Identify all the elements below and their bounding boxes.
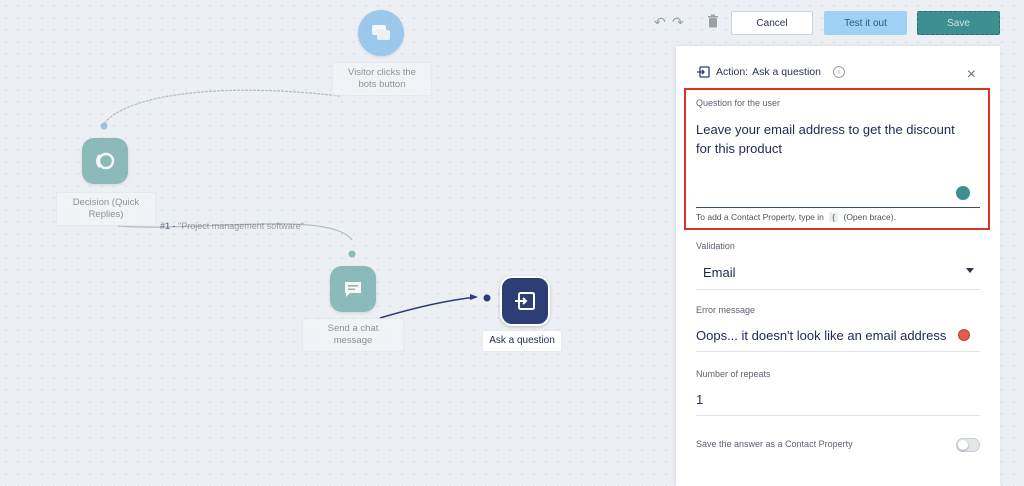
chevron-down-icon	[966, 268, 974, 273]
trash-icon[interactable]	[707, 14, 719, 31]
ask-question-node-label[interactable]: Ask a question	[482, 330, 562, 352]
input-icon	[697, 66, 710, 78]
input-icon	[515, 292, 535, 310]
validation-label: Validation	[696, 241, 735, 251]
trigger-node-icon[interactable]	[358, 10, 404, 56]
cancel-button[interactable]: Cancel	[731, 11, 813, 35]
trigger-node-label[interactable]: Visitor clicks the bots button	[332, 62, 432, 96]
emoji-picker-icon[interactable]	[956, 186, 970, 200]
question-label: Question for the user	[696, 98, 781, 108]
error-message-input[interactable]: Oops... it doesn't look like an email ad…	[696, 326, 986, 348]
error-message-label: Error message	[696, 305, 756, 315]
decision-node-icon[interactable]	[82, 138, 128, 184]
edge-label: #1 - "Project management software"	[160, 221, 304, 231]
info-icon[interactable]: i	[833, 66, 845, 78]
repeats-input[interactable]: 1	[696, 390, 980, 412]
save-property-toggle[interactable]	[956, 438, 980, 452]
message-icon	[345, 282, 361, 297]
test-it-out-button[interactable]: Test it out	[824, 11, 907, 35]
chat-node-icon[interactable]	[330, 266, 376, 312]
ask-question-node-icon[interactable]	[500, 276, 550, 326]
question-input[interactable]: Leave your email address to get the disc…	[696, 120, 978, 200]
contact-property-hint: To add a Contact Property, type in { (Op…	[696, 212, 896, 222]
emoji-icon	[958, 329, 970, 341]
save-property-label: Save the answer as a Contact Property	[696, 439, 853, 449]
question-field-highlight: Question for the user Leave your email a…	[684, 88, 990, 230]
redo-icon[interactable]: ↷	[672, 14, 684, 31]
undo-icon[interactable]: ↶	[654, 14, 666, 31]
chat-bubbles-icon	[372, 25, 390, 40]
chat-node-label[interactable]: Send a chat message	[302, 318, 404, 352]
panel-header: Action: Ask a question i	[696, 66, 845, 78]
save-button[interactable]: Save	[917, 11, 1000, 35]
close-icon[interactable]: ×	[967, 66, 976, 84]
action-panel: Action: Ask a question i × Question for …	[676, 46, 1000, 486]
validation-select[interactable]: Email	[696, 262, 980, 286]
decision-icon	[96, 152, 115, 170]
decision-node-label[interactable]: Decision (Quick Replies)	[56, 192, 156, 226]
repeats-label: Number of repeats	[696, 369, 771, 379]
